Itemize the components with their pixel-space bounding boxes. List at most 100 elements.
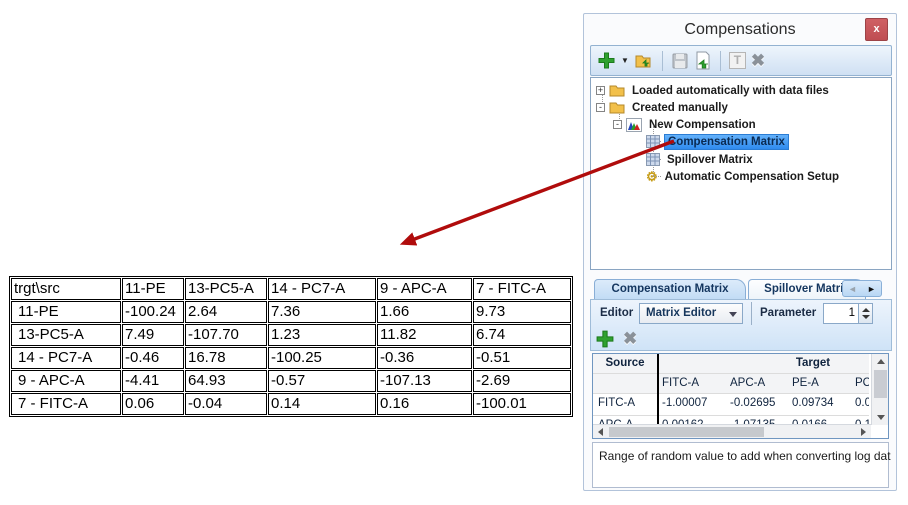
main-toolbar: ▼ T ✖ xyxy=(590,45,892,76)
tree-item-spillover-matrix[interactable]: Spillover Matrix xyxy=(646,151,756,168)
compensations-panel: Compensations x ▼ T ✖ + Loaded automatic… xyxy=(583,13,897,491)
parameter-spinner[interactable]: 1 xyxy=(823,303,873,324)
col-header: APC-A xyxy=(725,374,787,393)
cell: -0.36 xyxy=(377,347,472,369)
tree-item-automatic-compensation-setup[interactable]: ⚙ Automatic Compensation Setup xyxy=(646,168,842,185)
matrix-cell[interactable]: 0.0 xyxy=(850,394,869,415)
folder-icon xyxy=(609,101,625,114)
spinner-up-icon[interactable] xyxy=(862,308,870,312)
delete-icon[interactable]: ✖ xyxy=(751,49,765,73)
cell: 6.74 xyxy=(473,324,571,346)
horizontal-scrollbar[interactable] xyxy=(593,424,871,438)
tree-item-label[interactable]: Compensation Matrix xyxy=(664,134,789,150)
compensation-matrix-table: trgt\src 11-PE 13-PC5-A 14 - PC7-A 9 - A… xyxy=(9,276,573,417)
spinner-buttons[interactable] xyxy=(859,303,873,324)
cell: -0.51 xyxy=(473,347,571,369)
tab-scroll-right-icon[interactable]: ► xyxy=(867,284,876,294)
chevron-down-icon xyxy=(729,312,737,317)
open-folder-icon[interactable] xyxy=(634,49,654,73)
cell: -0.04 xyxy=(185,393,267,415)
tree-item-label[interactable]: Spillover Matrix xyxy=(664,153,756,167)
scroll-right-icon[interactable] xyxy=(856,425,871,439)
editor-label: Editor xyxy=(600,307,633,319)
table-row: 14 - PC7-A -0.46 16.78 -100.25 -0.36 -0.… xyxy=(11,347,571,369)
tab-scroll-buttons[interactable]: ◄ ► xyxy=(842,280,882,297)
matrix-cell[interactable]: 0.09734 xyxy=(787,394,850,415)
cell: 2.64 xyxy=(185,301,267,323)
close-button[interactable]: x xyxy=(865,18,888,41)
tree-item-label[interactable]: Automatic Compensation Setup xyxy=(662,170,842,184)
cell: 0.16 xyxy=(377,393,472,415)
tab-compensation-matrix[interactable]: Compensation Matrix xyxy=(594,279,746,299)
toolbar-separator xyxy=(662,51,663,71)
delete-icon[interactable]: ✖ xyxy=(623,327,637,351)
cell: 11.82 xyxy=(377,324,472,346)
text-icon[interactable]: T xyxy=(729,49,746,73)
cell: 7.36 xyxy=(268,301,376,323)
row-label: 14 - PC7-A xyxy=(11,347,121,369)
tree-item-compensation-matrix[interactable]: Compensation Matrix xyxy=(646,133,789,150)
grid-icon xyxy=(646,135,660,148)
folder-icon xyxy=(609,84,625,97)
tab-scroll-left-icon[interactable]: ◄ xyxy=(848,284,857,294)
status-text: Range of random value to add when conver… xyxy=(599,449,891,463)
collapse-icon[interactable]: - xyxy=(596,103,605,112)
cell: -0.46 xyxy=(122,347,184,369)
cell: 1.66 xyxy=(377,301,472,323)
table-row: 9 - APC-A -4.41 64.93 -0.57 -107.13 -2.6… xyxy=(11,370,571,392)
scrollbar-thumb[interactable] xyxy=(609,427,764,437)
cell: -0.57 xyxy=(268,370,376,392)
matrix-column-header-row: FITC-A APC-A PE-A PC xyxy=(593,374,869,394)
spinner-down-icon[interactable] xyxy=(862,315,870,319)
tree-item-label[interactable]: New Compensation xyxy=(646,118,759,132)
cell: 64.93 xyxy=(185,370,267,392)
scrollbar-thumb[interactable] xyxy=(874,370,887,398)
cell: -100.24 xyxy=(122,301,184,323)
collapse-icon[interactable]: - xyxy=(613,120,622,129)
tree-item-label[interactable]: Created manually xyxy=(629,101,731,115)
table-row: 13-PC5-A 7.49 -107.70 1.23 11.82 6.74 xyxy=(11,324,571,346)
scroll-up-icon[interactable] xyxy=(872,354,889,369)
export-icon[interactable] xyxy=(694,49,712,73)
grid-icon xyxy=(646,153,660,166)
tree-item-loaded-automatically[interactable]: + Loaded automatically with data files xyxy=(596,82,832,99)
col-header: 13-PC5-A xyxy=(185,278,267,300)
col-header: 7 - FITC-A xyxy=(473,278,571,300)
matrix-cell[interactable]: -0.02695 xyxy=(725,394,787,415)
col-header: trgt\src xyxy=(11,278,121,300)
editor-dropdown-value: Matrix Editor xyxy=(646,307,716,319)
gear-icon: ⚙ xyxy=(646,170,658,183)
blank-header xyxy=(593,374,657,393)
status-box: Range of random value to add when conver… xyxy=(592,442,889,488)
parameter-value[interactable]: 1 xyxy=(823,303,859,324)
expand-icon[interactable]: + xyxy=(596,86,605,95)
add-icon[interactable] xyxy=(597,49,616,73)
editor-panel: Editor Matrix Editor Parameter 1 ✖ xyxy=(590,299,892,351)
matrix-grid: Source Target FITC-A APC-A PE-A PC FITC-… xyxy=(592,353,889,439)
tree-item-created-manually[interactable]: - Created manually xyxy=(596,99,731,116)
save-icon[interactable] xyxy=(671,49,689,73)
tree-item-new-compensation[interactable]: - New Compensation xyxy=(613,116,759,133)
scroll-left-icon[interactable] xyxy=(593,425,608,439)
row-label: 11-PE xyxy=(11,301,121,323)
matrix-row: FITC-A -1.00007 -0.02695 0.09734 0.0 xyxy=(593,394,869,416)
cell: 16.78 xyxy=(185,347,267,369)
cell: 7.49 xyxy=(122,324,184,346)
tree-item-label[interactable]: Loaded automatically with data files xyxy=(629,84,832,98)
editor-dropdown[interactable]: Matrix Editor xyxy=(639,303,743,324)
add-dropdown-caret[interactable]: ▼ xyxy=(621,56,629,65)
scroll-down-icon[interactable] xyxy=(872,410,889,425)
add-icon[interactable] xyxy=(595,327,615,351)
source-header: Source xyxy=(593,354,657,373)
cell: 0.14 xyxy=(268,393,376,415)
vertical-scrollbar[interactable] xyxy=(871,354,888,425)
cell: -107.70 xyxy=(185,324,267,346)
frozen-column-divider xyxy=(657,354,659,426)
row-label: 13-PC5-A xyxy=(11,324,121,346)
cell: 0.06 xyxy=(122,393,184,415)
matrix-cell[interactable]: -1.00007 xyxy=(657,394,725,415)
matrix-group-header-row: Source Target xyxy=(593,354,869,374)
matrix-rows: Source Target FITC-A APC-A PE-A PC FITC-… xyxy=(593,354,869,426)
cell: 1.23 xyxy=(268,324,376,346)
matrix-toolbar: ✖ xyxy=(595,327,637,351)
